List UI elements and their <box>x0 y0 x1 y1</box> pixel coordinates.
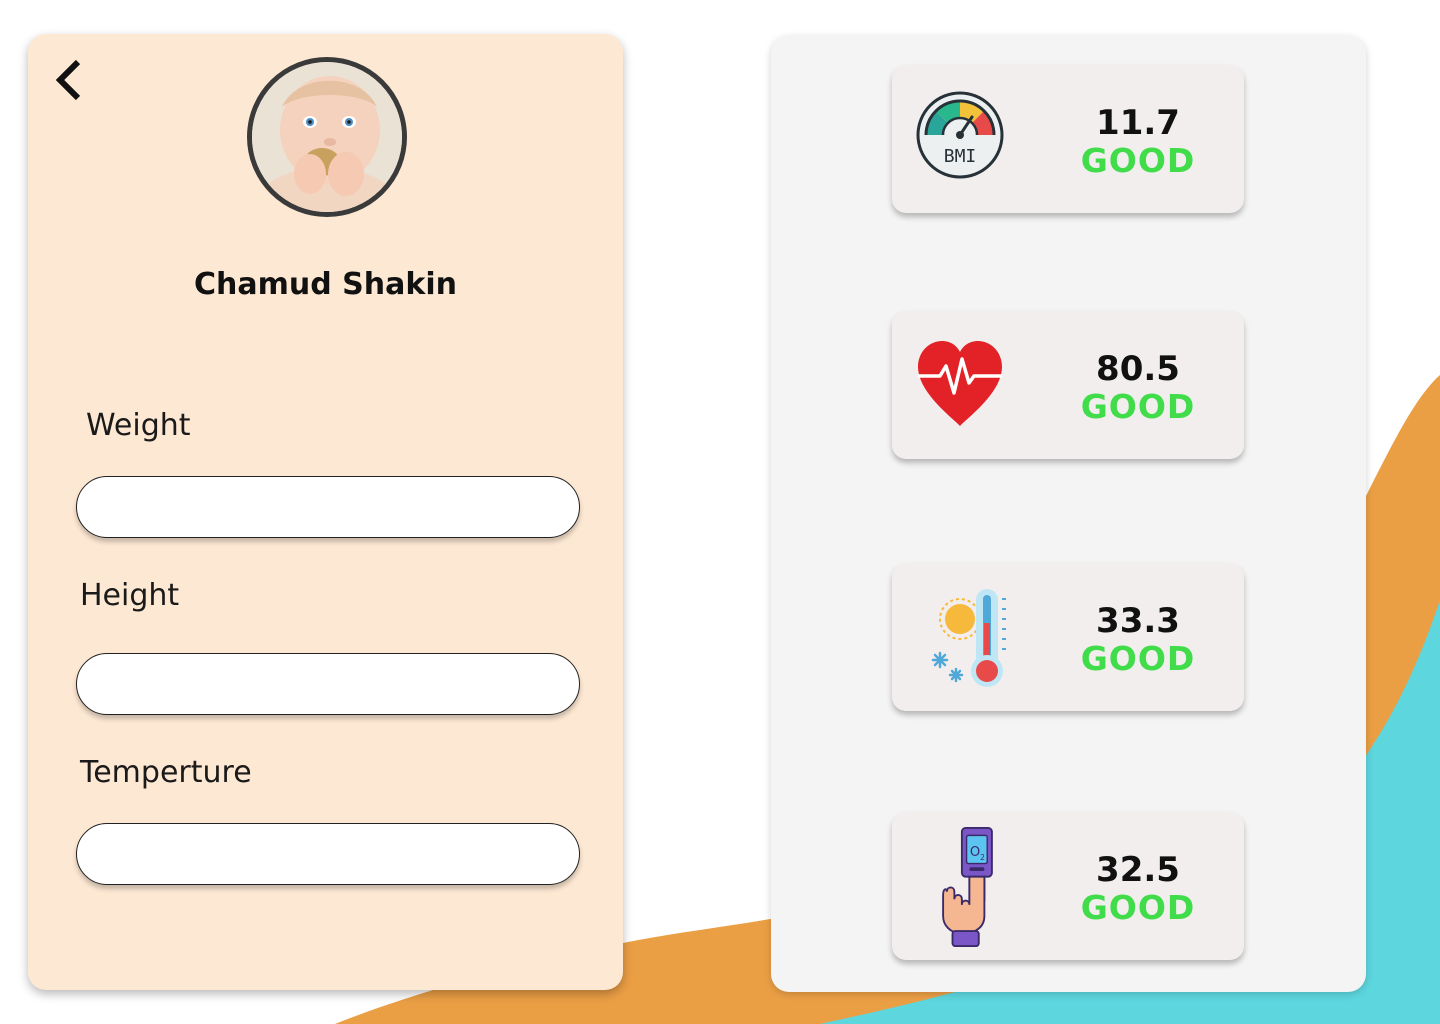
back-button[interactable] <box>50 56 90 104</box>
temperature-label: Temperture <box>80 755 252 790</box>
profile-name: Chamud Shakin <box>194 267 457 302</box>
chevron-left-icon <box>55 59 81 101</box>
height-input[interactable] <box>76 653 580 715</box>
heart-rate-value: 80.5 <box>1096 349 1180 389</box>
weight-label: Weight <box>86 408 191 443</box>
weight-input[interactable] <box>76 476 580 538</box>
metrics-panel: BMI 11.7 GOOD 80.5 GOOD 33.3 GOOD O 2 32… <box>771 36 1366 992</box>
bmi-value: 11.7 <box>1096 103 1180 143</box>
temperature-value: 33.3 <box>1096 601 1180 641</box>
oxygen-status: GOOD <box>1080 888 1196 927</box>
avatar <box>247 57 407 217</box>
thermometer-icon <box>931 589 1006 687</box>
heart-rate-card[interactable]: 80.5 GOOD <box>892 311 1244 459</box>
oxygen-value: 32.5 <box>1096 850 1180 890</box>
temperature-status: GOOD <box>1080 639 1196 678</box>
bmi-gauge-icon: BMI <box>916 91 1004 179</box>
bmi-status: GOOD <box>1080 141 1196 180</box>
baby-photo <box>252 62 402 212</box>
bmi-card[interactable]: BMI 11.7 GOOD <box>892 65 1244 213</box>
height-label: Height <box>80 578 180 613</box>
svg-text:BMI: BMI <box>944 146 977 167</box>
heart-rate-icon <box>918 341 1002 426</box>
heart-rate-status: GOOD <box>1080 387 1196 426</box>
profile-panel: Chamud Shakin Weight Height Temperture <box>28 34 623 990</box>
temperature-card[interactable]: 33.3 GOOD <box>892 563 1244 711</box>
svg-text:2: 2 <box>980 853 985 862</box>
svg-text:O: O <box>970 845 980 860</box>
temperature-input[interactable] <box>76 823 580 885</box>
oximeter-icon: O 2 <box>942 826 993 948</box>
oxygen-card[interactable]: O 2 32.5 GOOD <box>892 812 1244 960</box>
